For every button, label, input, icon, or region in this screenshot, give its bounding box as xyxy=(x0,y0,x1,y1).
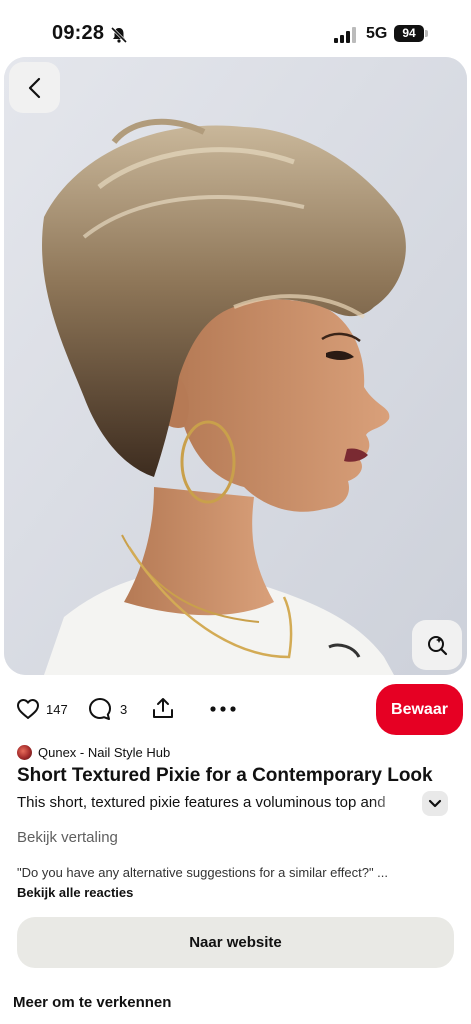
comment-icon[interactable] xyxy=(88,697,112,721)
status-bar: 09:28 5G 94 xyxy=(0,0,471,58)
expand-description-button[interactable] xyxy=(422,791,448,816)
pixie-haircut-photo xyxy=(4,57,467,675)
network-type: 5G xyxy=(366,25,388,42)
comment-count: 3 xyxy=(120,702,128,717)
pin-image[interactable] xyxy=(4,57,467,675)
signal-icon xyxy=(334,27,356,43)
back-button[interactable] xyxy=(9,62,60,113)
pin-title: Short Textured Pixie for a Contemporary … xyxy=(17,765,433,786)
pin-description: This short, textured pixie features a vo… xyxy=(17,794,386,811)
share-icon[interactable] xyxy=(151,696,175,720)
creator[interactable]: Qunex - Nail Style Hub xyxy=(17,744,170,760)
heart-icon[interactable] xyxy=(16,698,40,720)
battery-icon: 94 xyxy=(394,25,428,43)
more-options-icon[interactable] xyxy=(210,706,236,712)
creator-name[interactable]: Qunex - Nail Style Hub xyxy=(38,745,170,760)
translate-link[interactable]: Bekijk vertaling xyxy=(17,829,118,846)
chevron-down-icon xyxy=(428,799,442,807)
explore-more-heading: Meer om te verkennen xyxy=(13,994,172,1011)
avatar[interactable] xyxy=(17,744,32,760)
bell-off-icon xyxy=(110,26,128,44)
description-fade xyxy=(370,794,410,814)
like-count: 147 xyxy=(46,702,68,717)
pin-action-row: 147 3 Bewaar xyxy=(0,684,471,736)
chevron-left-icon xyxy=(28,77,40,98)
view-all-comments-link[interactable]: Bekijk alle reacties xyxy=(17,885,133,900)
lens-search-icon xyxy=(428,636,448,656)
save-button[interactable]: Bewaar xyxy=(376,684,463,735)
visit-website-button[interactable]: Naar website xyxy=(17,917,454,968)
battery-level: 94 xyxy=(394,25,424,42)
comment-preview[interactable]: "Do you have any alternative suggestions… xyxy=(17,865,388,880)
status-time: 09:28 xyxy=(52,22,105,44)
visual-search-button[interactable] xyxy=(412,620,462,670)
